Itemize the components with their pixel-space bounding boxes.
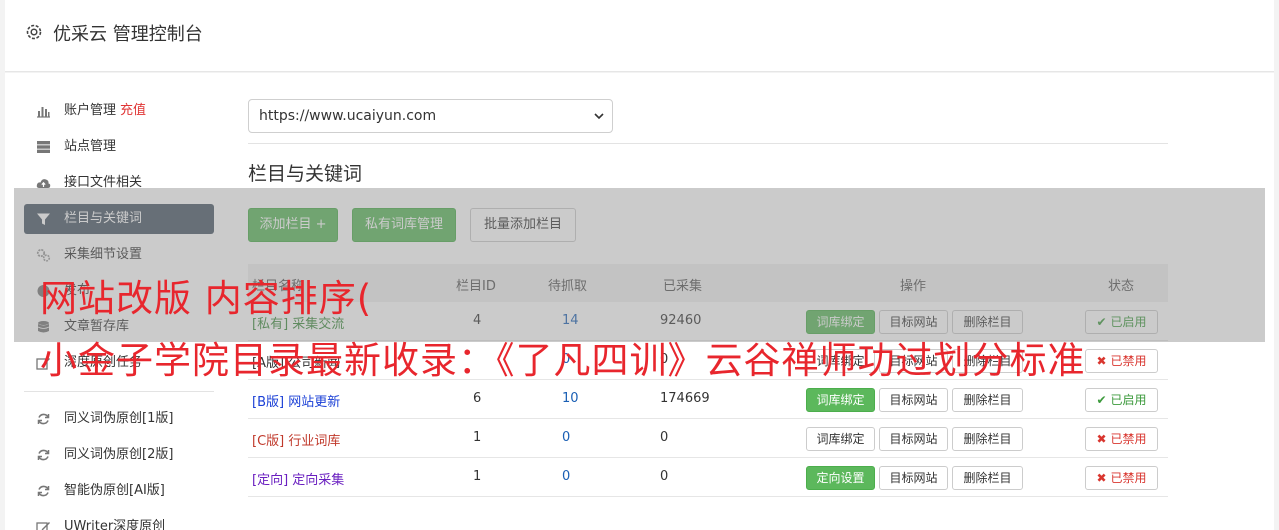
sidebar-item-label: 同义词伪原创[2版] <box>64 447 174 462</box>
target-site-button[interactable]: 目标网站 <box>879 427 948 451</box>
sidebar-item[interactable]: 智能伪原创[AI版] <box>24 476 214 506</box>
refresh-icon <box>37 413 50 425</box>
top-header: 优采云 管理控制台 <box>5 0 1274 72</box>
sidebar-item-label: 账户管理 <box>64 103 117 118</box>
column-title: 行业词库 <box>288 434 341 449</box>
site-select[interactable]: https://www.ucaiyun.com <box>248 99 613 133</box>
collected-count: 0 <box>660 469 669 484</box>
library-bind-button[interactable]: 词库绑定 <box>806 427 875 451</box>
library-bind-button[interactable]: 词库绑定 <box>806 388 875 412</box>
status-label: 已启用 <box>1110 393 1147 407</box>
collected-count: 174669 <box>660 391 710 406</box>
check-icon: ✔ <box>1096 393 1107 407</box>
server-icon <box>37 141 50 153</box>
delete-column-button[interactable]: 删除栏目 <box>952 388 1023 412</box>
cross-icon: ✖ <box>1096 432 1107 446</box>
column-id: 1 <box>473 430 482 445</box>
sidebar-item-label: 同义词伪原创[1版] <box>64 411 174 426</box>
sidebar-item[interactable]: 同义词伪原创[2版] <box>24 440 214 470</box>
column-title: 网站更新 <box>288 395 341 410</box>
watermark-line-1: 网站改版 内容排序( <box>40 277 373 320</box>
library-bind-button[interactable]: 定向设置 <box>806 466 875 490</box>
column-name[interactable]: [B版] 网站更新 <box>252 391 340 410</box>
sidebar-item[interactable]: UWriter深度原创 <box>24 512 214 530</box>
column-tag: [定向] <box>252 473 289 488</box>
refresh-icon <box>37 485 50 497</box>
sidebar-item-label: UWriter深度原创 <box>64 519 166 530</box>
cross-icon: ✖ <box>1096 471 1107 485</box>
site-select-value: https://www.ucaiyun.com <box>259 108 437 124</box>
status-label: 已禁用 <box>1110 354 1147 368</box>
edit-icon <box>36 522 50 530</box>
sidebar-divider <box>24 391 214 392</box>
divider <box>248 143 1168 144</box>
sidebar-item-label: 智能伪原创[AI版] <box>64 483 165 498</box>
refresh-icon <box>37 449 50 461</box>
status-toggle[interactable]: ✖ 已禁用 <box>1085 349 1158 373</box>
status-toggle[interactable]: ✔ 已启用 <box>1085 388 1158 412</box>
sidebar-item[interactable]: 账户管理 充值 <box>24 96 214 126</box>
column-id: 1 <box>473 469 482 484</box>
recharge-link[interactable]: 充值 <box>120 103 146 118</box>
target-site-button[interactable]: 目标网站 <box>879 388 948 412</box>
delete-column-button[interactable]: 删除栏目 <box>952 427 1023 451</box>
chevron-down-icon <box>594 113 604 120</box>
table-row: [定向] 定向采集 1 0 0 定向设置 目标网站 删除栏目 ✖ 已禁用 <box>248 458 1168 497</box>
collected-count: 0 <box>660 430 669 445</box>
status-toggle[interactable]: ✖ 已禁用 <box>1085 466 1158 490</box>
column-name[interactable]: [C版] 行业词库 <box>252 430 340 449</box>
sidebar-item[interactable]: 同义词伪原创[1版] <box>24 404 214 434</box>
sidebar-item-label: 站点管理 <box>64 139 117 154</box>
cross-icon: ✖ <box>1096 354 1107 368</box>
column-id: 6 <box>473 391 482 406</box>
target-site-button[interactable]: 目标网站 <box>879 466 948 490</box>
table-row: [C版] 行业词库 1 0 0 词库绑定 目标网站 删除栏目 ✖ 已禁用 <box>248 419 1168 458</box>
status-label: 已禁用 <box>1110 471 1147 485</box>
column-tag: [C版] <box>252 434 285 449</box>
sidebar-item[interactable]: 站点管理 <box>24 132 214 162</box>
delete-column-button[interactable]: 删除栏目 <box>952 466 1023 490</box>
section-title: 栏目与关键词 <box>248 163 363 185</box>
pending-count[interactable]: 0 <box>562 469 570 484</box>
watermark-line-2: 小金子学院目录最新收录：《了凡四训》云谷禅师功过划分标准 <box>40 339 1086 382</box>
gear-icon <box>26 24 42 40</box>
console-title: 优采云 管理控制台 <box>53 24 203 45</box>
column-title: 定向采集 <box>292 473 345 488</box>
status-toggle[interactable]: ✖ 已禁用 <box>1085 427 1158 451</box>
status-label: 已禁用 <box>1110 432 1147 446</box>
table-row: [B版] 网站更新 6 10 174669 词库绑定 目标网站 删除栏目 ✔ 已启用 <box>248 380 1168 419</box>
bar-chart-icon <box>37 107 50 118</box>
column-tag: [B版] <box>252 395 285 410</box>
pending-count[interactable]: 10 <box>562 391 579 406</box>
pending-count[interactable]: 0 <box>562 430 570 445</box>
column-name[interactable]: [定向] 定向采集 <box>252 469 344 488</box>
